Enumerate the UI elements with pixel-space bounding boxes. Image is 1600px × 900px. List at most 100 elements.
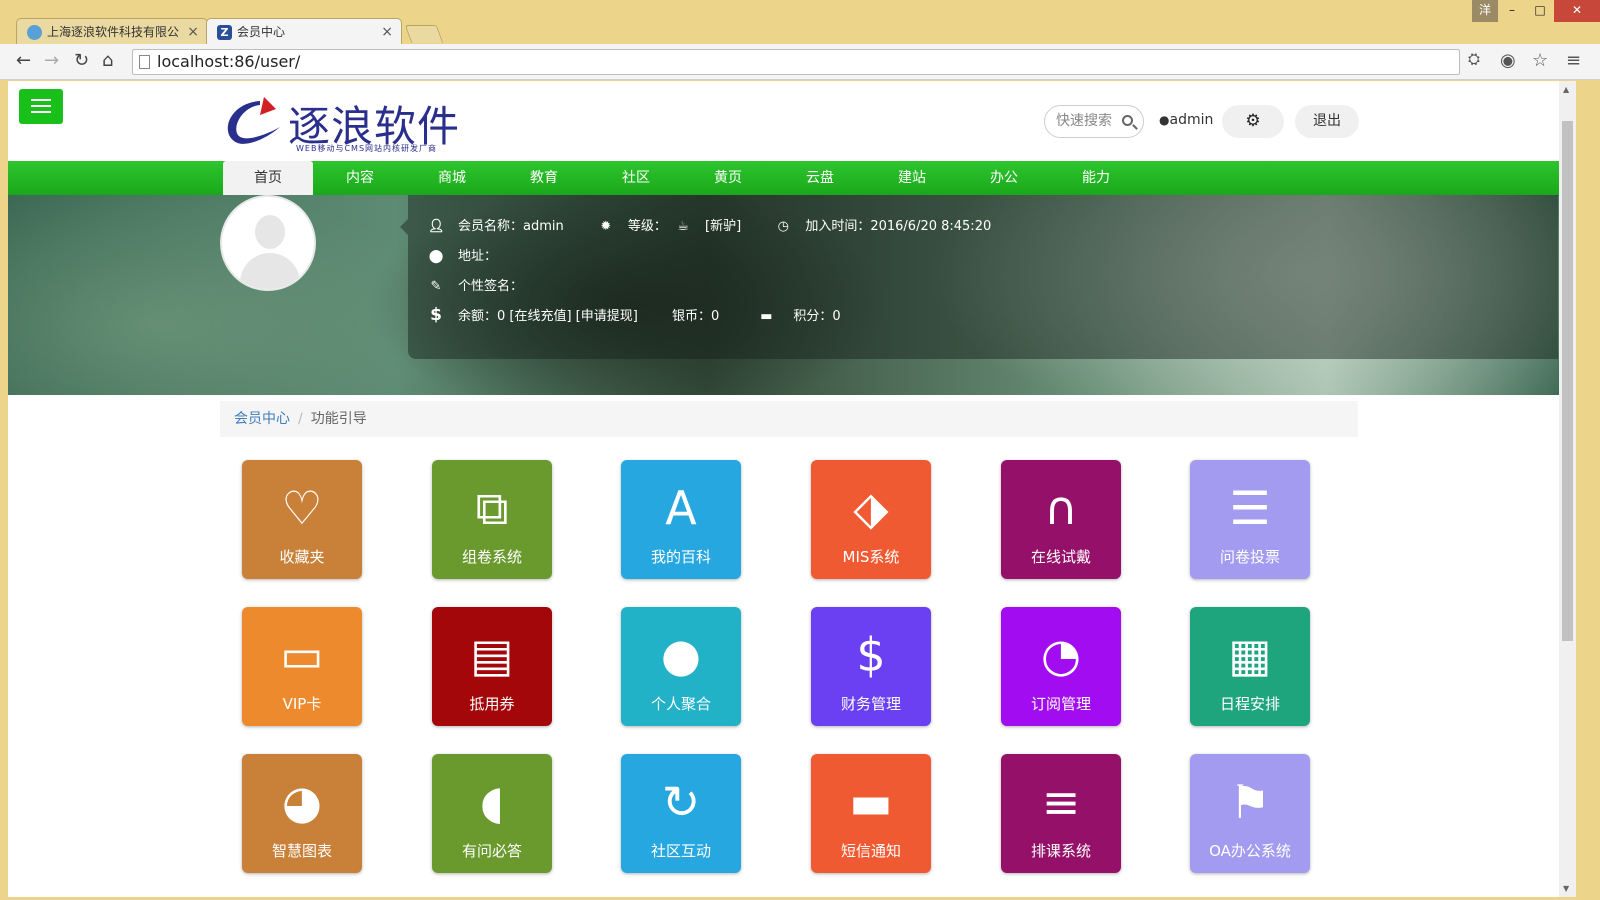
quick-search-input[interactable]: 快速搜索: [1044, 105, 1144, 138]
points: 积分：0: [793, 309, 841, 324]
copy-icon: ⧉: [475, 481, 509, 535]
gear-icon: ⚙: [1245, 111, 1261, 131]
profile-info-panel: 👤︎ 会员名称：admin ✹ 等级： ☕︎ [新驴] ◷ 加入时间：2016/6/20…: [400, 195, 1558, 359]
refresh-icon: ↻: [661, 775, 701, 829]
search-placeholder: 快速搜索: [1056, 113, 1112, 129]
feature-tile[interactable]: A 我的百科: [621, 460, 741, 579]
feature-tile-label: 财务管理: [840, 695, 901, 713]
nav-item-cloud-disk[interactable]: 云盘: [775, 161, 865, 195]
feature-tile[interactable]: ◕ 智慧图表: [242, 754, 362, 873]
feature-tile-label: 智慧图表: [271, 842, 332, 860]
nav-item-site-build[interactable]: 建站: [867, 161, 957, 195]
feature-tile-label: 排课系统: [1030, 842, 1091, 860]
feature-tile[interactable]: ⚑ OA办公系统: [1190, 754, 1310, 873]
site-logo[interactable]: 逐浪软件 WEB移动与CMS网站内核研发厂商: [220, 91, 480, 153]
calendar-icon: ▦: [1228, 628, 1272, 682]
users-icon: ●: [660, 628, 702, 682]
nav-item-home[interactable]: 首页: [223, 161, 313, 195]
feature-tile-label: 订阅管理: [1030, 695, 1091, 713]
coffee-icon: ☕︎: [677, 219, 689, 234]
feature-tile[interactable]: $ 财务管理: [811, 607, 931, 726]
feature-tile-label: VIP卡: [282, 695, 322, 713]
feature-tile[interactable]: ⧉ 组卷系统: [432, 460, 552, 579]
profile-row-finance: $ 余额：0 [在线充值] [申请提现] 银币：0 ▬ 积分：0: [428, 305, 841, 325]
balance[interactable]: 余额：0 [在线充值] [申请提现]: [458, 309, 638, 324]
feature-tile[interactable]: ● 个人聚合: [621, 607, 741, 726]
logo-subtitle: WEB移动与CMS网站内核研发厂商: [296, 144, 438, 153]
feature-tile-label: 社区互动: [650, 842, 711, 860]
edit-icon: ✎: [430, 279, 442, 294]
forward-icon[interactable]: →: [44, 50, 59, 71]
tags-icon: ⬗: [853, 481, 889, 535]
new-tab-button[interactable]: [404, 25, 444, 43]
avatar-head-shape: [255, 215, 285, 249]
nav-item-yellowpages[interactable]: 黄页: [683, 161, 773, 195]
scrollbar-thumb[interactable]: [1562, 121, 1573, 641]
logout-button[interactable]: 退出: [1295, 105, 1359, 138]
browser-tab-member-center[interactable]: Z 会员中心 ×: [206, 18, 402, 45]
feature-tile[interactable]: ▬ 短信通知: [811, 754, 931, 873]
avatar[interactable]: [220, 195, 316, 291]
browser-menu-icon[interactable]: ≡: [1566, 50, 1581, 71]
close-window-icon[interactable]: ✕: [1554, 0, 1600, 22]
credit-card-icon: ▭: [280, 628, 324, 682]
user-icon: ●: [1159, 113, 1170, 127]
pie-chart-icon: ◕: [281, 775, 323, 829]
window-controls: 洋 – □ ✕: [1472, 0, 1600, 22]
close-tab-icon[interactable]: ×: [381, 19, 393, 45]
close-tab-icon[interactable]: ×: [187, 19, 199, 45]
headphones-icon: ∩: [1044, 481, 1078, 535]
feature-tile-label: 个人聚合: [650, 695, 711, 713]
page-scrollbar[interactable]: ▲ ▼: [1559, 81, 1576, 897]
feature-tile[interactable]: ≡ 排课系统: [1001, 754, 1121, 873]
maximize-icon[interactable]: □: [1526, 0, 1554, 22]
page-viewport: 逐浪软件 WEB移动与CMS网站内核研发厂商 快速搜索 ●admin ⚙ 退出 …: [8, 81, 1576, 897]
scroll-up-arrow-icon[interactable]: ▲: [1563, 85, 1569, 94]
tab-title: 上海逐浪软件科技有限公: [47, 25, 180, 39]
feature-tile[interactable]: ♡ 收藏夹: [242, 460, 362, 579]
hamburger-menu-button[interactable]: [19, 89, 63, 124]
feature-tile[interactable]: ☰ 问卷投票: [1190, 460, 1310, 579]
list-alt-icon: ☰: [1229, 481, 1271, 535]
card-icon: ▬: [760, 309, 773, 324]
browser-tab-company[interactable]: 上海逐浪软件科技有限公 ×: [16, 18, 208, 45]
feature-tile[interactable]: ∩ 在线试戴: [1001, 460, 1121, 579]
reload-icon[interactable]: ↻: [74, 50, 89, 71]
feature-tile-label: 短信通知: [840, 842, 901, 860]
extension-icon[interactable]: ⛭: [1468, 50, 1480, 68]
nav-item-mall[interactable]: 商城: [407, 161, 497, 195]
feature-tile-label: 我的百科: [650, 548, 711, 566]
tab-title: 会员中心: [237, 25, 286, 39]
feature-tile[interactable]: ▤ 抵用券: [432, 607, 552, 726]
feature-tile[interactable]: ▭ VIP卡: [242, 607, 362, 726]
search-icon[interactable]: [1122, 115, 1133, 126]
nav-item-content[interactable]: 内容: [315, 161, 405, 195]
join-time: 加入时间：2016/6/20 8:45:20: [805, 219, 992, 234]
scroll-down-arrow-icon[interactable]: ▼: [1563, 884, 1569, 893]
comments-icon: ◖: [479, 775, 505, 829]
minimize-icon[interactable]: –: [1498, 0, 1526, 22]
user-profile-badge[interactable]: 洋: [1472, 0, 1498, 22]
feature-tile[interactable]: ⬗ MIS系统: [811, 460, 931, 579]
feature-tile[interactable]: ↻ 社区互动: [621, 754, 741, 873]
back-icon[interactable]: ←: [16, 50, 31, 71]
feature-tile[interactable]: ▦ 日程安排: [1190, 607, 1310, 726]
home-icon[interactable]: ⌂: [102, 50, 113, 71]
feature-tile[interactable]: ◔ 订阅管理: [1001, 607, 1121, 726]
nav-item-education[interactable]: 教育: [499, 161, 589, 195]
rss-icon: ◔: [1040, 628, 1082, 682]
nav-item-ability[interactable]: 能力: [1051, 161, 1141, 195]
user-menu-link[interactable]: ●admin: [1159, 112, 1213, 128]
settings-button[interactable]: ⚙: [1222, 105, 1284, 138]
feature-tile-label: 有问必答: [461, 842, 522, 860]
bookmark-star-icon[interactable]: ☆: [1532, 50, 1548, 71]
chrome-extension-icon[interactable]: ◉: [1500, 50, 1516, 71]
breadcrumb-home-link[interactable]: 会员中心: [234, 411, 290, 427]
address-bar[interactable]: localhost:86/user/: [132, 49, 1460, 75]
feature-tile[interactable]: ◖ 有问必答: [432, 754, 552, 873]
nav-item-community[interactable]: 社区: [591, 161, 681, 195]
profile-row-basic: 👤︎ 会员名称：admin ✹ 等级： ☕︎ [新驴] ◷ 加入时间：2016/6/20…: [428, 215, 991, 234]
browser-titlebar: 上海逐浪软件科技有限公 × Z 会员中心 × 洋 – □ ✕: [0, 0, 1600, 45]
nav-item-office[interactable]: 办公: [959, 161, 1049, 195]
level-value: [新驴]: [705, 219, 742, 234]
